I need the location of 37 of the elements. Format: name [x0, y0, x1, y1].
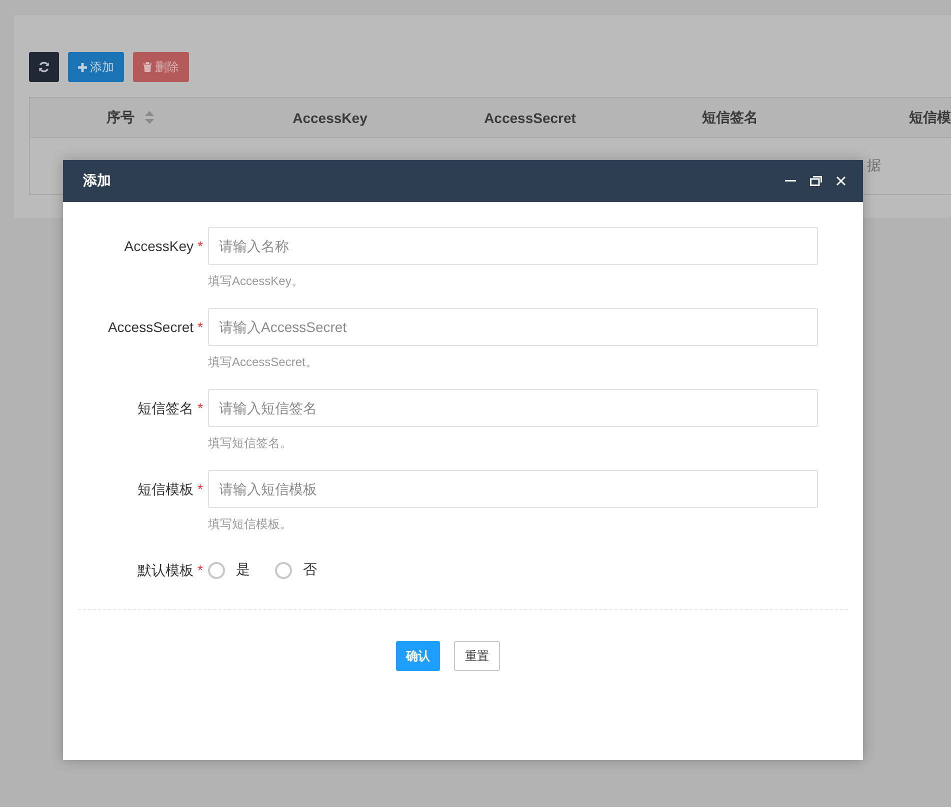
help-text: 填写AccessSecret。 [208, 354, 318, 371]
required-mark: * [198, 400, 203, 418]
required-mark: * [198, 238, 203, 256]
radio-label[interactable]: 否 [303, 561, 317, 579]
empty-table-message: 据 [867, 157, 881, 175]
field-label: AccessKey [124, 238, 194, 256]
required-mark: * [198, 319, 203, 337]
refresh-button[interactable] [29, 52, 59, 82]
radio-button[interactable] [275, 562, 292, 578]
minimize-icon[interactable] [785, 180, 796, 182]
radio-button[interactable] [208, 562, 225, 578]
help-text: 填写短信签名。 [208, 435, 293, 452]
input-field[interactable]: 请输入AccessSecret [208, 308, 818, 346]
column-header: 短信模 [909, 108, 951, 126]
column-header: AccessKey [292, 110, 368, 126]
input-field[interactable]: 请输入短信模板 [208, 470, 818, 508]
plus-icon [78, 62, 87, 72]
dialog-title: 添加 [83, 172, 111, 190]
input-field[interactable]: 请输入名称 [208, 227, 818, 265]
column-header: 短信签名 [702, 108, 758, 126]
column-header: AccessSecret [484, 110, 576, 126]
field-label: 短信模板 [138, 481, 194, 499]
help-text: 填写短信模板。 [208, 516, 293, 533]
field-label: AccessSecret [108, 319, 194, 337]
input-field[interactable]: 请输入短信签名 [208, 389, 818, 427]
radio-label[interactable]: 是 [236, 561, 250, 579]
close-icon[interactable] [836, 176, 846, 186]
refresh-icon [38, 61, 50, 73]
column-header: 序号 [106, 108, 134, 126]
field-label: 短信签名 [138, 400, 194, 418]
required-mark: * [198, 481, 203, 499]
maximize-icon[interactable] [810, 176, 822, 186]
help-text: 填写AccessKey。 [208, 273, 304, 290]
required-mark: * [198, 562, 203, 580]
trash-icon [143, 62, 152, 72]
field-label: 默认模板 [138, 562, 194, 580]
reset-button[interactable]: 重置 [454, 641, 500, 671]
